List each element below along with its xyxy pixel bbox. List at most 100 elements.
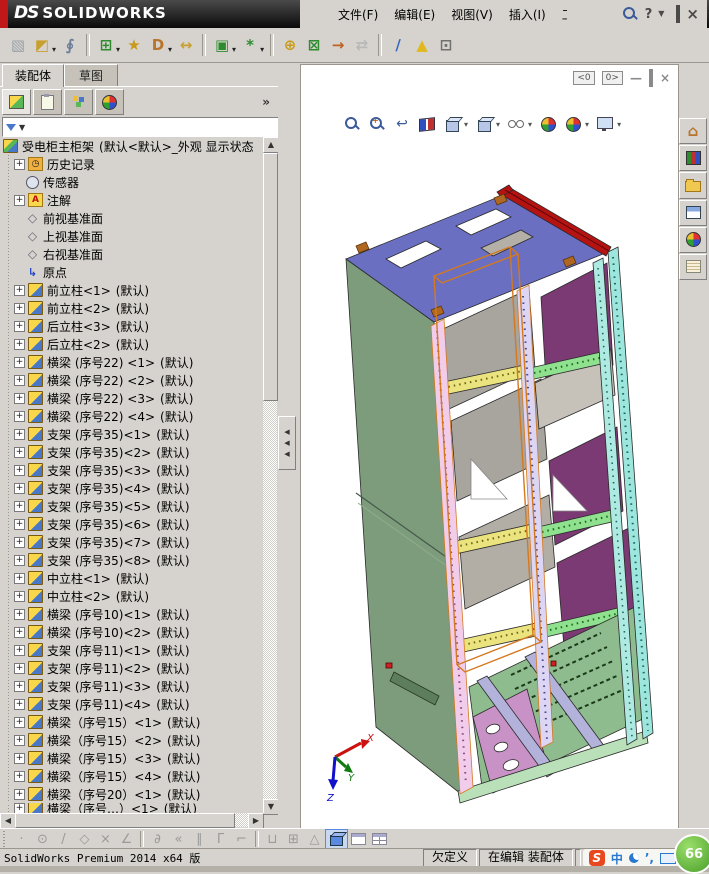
expand-icon[interactable]: + [14, 446, 25, 458]
expand-icon[interactable]: + [14, 770, 25, 782]
featuremanager-tab[interactable] [2, 89, 31, 115]
expand-icon[interactable]: + [14, 464, 25, 476]
tree-item[interactable]: + 支架 (序号11)<1> (默认) [2, 641, 263, 659]
tree-item[interactable]: + 前立柱<2> (默认) [2, 299, 263, 317]
expand-icon[interactable]: + [14, 374, 25, 386]
solidworks-resources[interactable]: ⌂ [679, 118, 707, 145]
assembly-reference-geometry-icon[interactable]: * [238, 33, 262, 57]
expand-icon[interactable]: + [14, 572, 25, 584]
show-hidden-components-icon[interactable]: ▣ [210, 33, 234, 57]
expand-icon[interactable]: + [14, 428, 25, 440]
toolbar-grip[interactable] [2, 831, 7, 847]
snap-intersection-icon[interactable]: × [95, 830, 116, 848]
tree-item[interactable]: + 支架 (序号35)<2> (默认) [2, 443, 263, 461]
single-pane-view-icon[interactable] [348, 830, 369, 848]
expand-icon[interactable]: + [14, 590, 25, 602]
sogou-logo[interactable]: S [588, 850, 605, 866]
tree-item[interactable]: + 前立柱<1> (默认) [2, 281, 263, 299]
snap-tangent-icon[interactable]: ∂ [147, 830, 168, 848]
tree-item[interactable]: + 横梁（序号20）<1> (默认) [2, 785, 263, 803]
expand-icon[interactable]: + [14, 680, 25, 692]
snap-midpoint-icon[interactable]: « [168, 830, 189, 848]
multi-pane-view-icon[interactable] [369, 830, 390, 848]
tree-item[interactable]: + 横梁 (序号22) <2> (默认) [2, 371, 263, 389]
view-palette[interactable] [679, 199, 707, 226]
tree-item[interactable]: + 支架 (序号35)<4> (默认) [2, 479, 263, 497]
tab-assembly[interactable]: 装配体 [2, 64, 64, 87]
tree-item[interactable]: + 横梁（序号15）<1> (默认) [2, 713, 263, 731]
menu-编辑[interactable]: 编辑(E) [386, 6, 443, 23]
close-button[interactable]: × [686, 6, 699, 22]
tree-item[interactable]: + 横梁（序号15）<4> (默认) [2, 767, 263, 785]
insert-components-icon[interactable]: ▧ [6, 33, 30, 57]
cabinet-model[interactable] [345, 184, 654, 804]
search-icon[interactable] [621, 5, 639, 23]
expand-icon[interactable]: + [14, 302, 25, 314]
expand-icon[interactable]: + [14, 410, 25, 422]
tree-item[interactable]: + 支架 (序号11)<4> (默认) [2, 695, 263, 713]
menu-插入[interactable]: 插入(I) [501, 6, 554, 23]
expand-icon[interactable]: + [14, 752, 25, 764]
tree-item[interactable]: + 中立柱<2> (默认) [2, 587, 263, 605]
displaymanager-tab[interactable] [95, 89, 124, 115]
smart-fasteners-icon[interactable]: ★ [122, 33, 146, 57]
tree-item[interactable]: + 支架 (序号11)<3> (默认) [2, 677, 263, 695]
tree-item[interactable]: + 横梁（序号…）<1> (默认) [2, 803, 263, 813]
expand-icon[interactable]: + [14, 536, 25, 548]
tree-item[interactable]: ◇ 上视基准面 [2, 227, 263, 245]
expand-icon[interactable]: + [14, 788, 25, 800]
expand-icon[interactable]: + [14, 608, 25, 620]
model-canvas[interactable]: X Y Z [301, 65, 677, 805]
scroll-left-arrow[interactable]: ◀ [0, 813, 16, 829]
vertical-scroll-thumb[interactable] [263, 153, 278, 401]
move-component-icon[interactable]: ↔ [174, 33, 198, 57]
tree-horizontal-scrollbar[interactable]: ◀ ▶ [0, 813, 264, 829]
snap-parallel-icon[interactable]: ∥ [189, 830, 210, 848]
expand-icon[interactable]: + [14, 698, 25, 710]
tree-item[interactable]: + 支架 (序号35)<5> (默认) [2, 497, 263, 515]
manager-tabs-overflow[interactable]: » [262, 95, 270, 109]
tree-item[interactable]: + 支架 (序号35)<7> (默认) [2, 533, 263, 551]
expand-icon[interactable]: + [14, 626, 25, 638]
tree-item[interactable]: + 后立柱<2> (默认) [2, 335, 263, 353]
tree-item[interactable]: + A 注解 [2, 191, 263, 209]
expand-icon[interactable]: + [14, 518, 25, 530]
menu-视图[interactable]: 视图(V) [443, 6, 501, 23]
expand-icon[interactable]: + [14, 194, 25, 206]
tree-item[interactable]: + 中立柱<1> (默认) [2, 569, 263, 587]
linear-component-pattern-icon[interactable]: ⊞ [94, 33, 118, 57]
expand-icon[interactable]: + [14, 662, 25, 674]
snap-polygon-icon[interactable]: ◇ [74, 830, 95, 848]
tree-item[interactable]: + 支架 (序号11)<2> (默认) [2, 659, 263, 677]
panel-splitter[interactable]: ◀ ◀ ◀ [278, 86, 300, 828]
mate-icon[interactable]: ∮ [58, 33, 82, 57]
tree-vertical-scrollbar[interactable]: ▲ ▼ [263, 137, 279, 815]
expand-icon[interactable]: + [14, 554, 25, 566]
appearances-scenes[interactable] [679, 226, 707, 253]
configurationmanager-tab[interactable] [64, 89, 93, 115]
snap-point-icon[interactable]: · [11, 830, 32, 848]
ime-punctuation[interactable]: ’, [645, 851, 654, 865]
expand-icon[interactable]: + [14, 158, 25, 170]
snap-dotted-icon[interactable]: ⌐ [231, 830, 252, 848]
snap-center-icon[interactable]: ⊙ [32, 830, 53, 848]
tree-item[interactable]: + 横梁 (序号22) <1> (默认) [2, 353, 263, 371]
tree-item[interactable]: + 横梁 (序号22) <3> (默认) [2, 389, 263, 407]
ime-chinese-mode[interactable]: 中 [611, 850, 623, 867]
tree-item[interactable]: ◇ 前视基准面 [2, 209, 263, 227]
expand-icon[interactable]: + [14, 803, 25, 813]
expand-icon[interactable]: + [14, 338, 25, 350]
isolate-icon[interactable]: ⊡ [434, 33, 458, 57]
tree-item[interactable]: + 横梁 (序号22) <4> (默认) [2, 407, 263, 425]
linear-component-pattern-dropdown[interactable]: ▾ [116, 45, 120, 54]
ime-fullwidth-moon[interactable] [628, 853, 639, 863]
snap-draft-icon[interactable]: △ [304, 830, 325, 848]
tree-item[interactable]: + 后立柱<3> (默认) [2, 317, 263, 335]
snap-perpendicular-icon[interactable]: Γ [210, 830, 231, 848]
tree-item[interactable]: ◇ 右视基准面 [2, 245, 263, 263]
show-hidden-components-dropdown[interactable]: ▾ [232, 45, 236, 54]
propertymanager-tab[interactable] [33, 89, 62, 115]
tree-item[interactable]: + 支架 (序号35)<8> (默认) [2, 551, 263, 569]
custom-properties[interactable] [679, 253, 707, 281]
expand-icon[interactable]: + [14, 716, 25, 728]
